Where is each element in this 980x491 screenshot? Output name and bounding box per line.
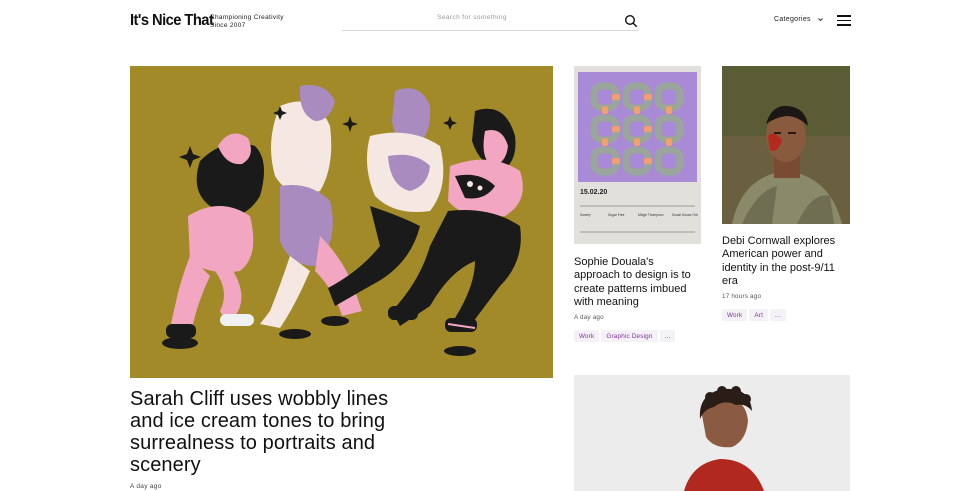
tag-more[interactable]: ... [659, 330, 676, 342]
card-title-debi-cornwall[interactable]: Debi Cornwall explores American power an… [722, 235, 850, 289]
tagline-line-2: Since 2007 [210, 22, 246, 29]
categories-dropdown[interactable]: Categories [774, 16, 824, 23]
poster-act-3: Midge Thompson [638, 213, 664, 217]
portrait-photo [722, 66, 850, 224]
card-tags: Work Art ... [722, 309, 786, 321]
site-logo[interactable]: It's Nice That [130, 12, 214, 30]
tag-graphic-design[interactable]: Graphic Design [601, 330, 658, 342]
card-image-debi-cornwall[interactable] [722, 66, 850, 224]
search-bar [342, 12, 638, 31]
hamburger-menu-icon[interactable] [837, 15, 851, 26]
pattern-poster: 15.02.20 Sweely Sugar Free Midge Thompso… [578, 72, 698, 233]
tag-work[interactable]: Work [722, 309, 748, 321]
tag-more[interactable]: ... [770, 309, 786, 321]
feature-title[interactable]: Sarah Cliff uses wobbly lines and ice cr… [130, 388, 400, 476]
card-tags: Work Graphic Design ... [574, 330, 676, 342]
feature-illustration[interactable] [130, 66, 553, 378]
site-tagline: Championing Creativity Since 2007 [210, 14, 284, 30]
runners-illustration [162, 85, 523, 356]
card-title-sophie-douala[interactable]: Sophie Douala's approach to design is to… [574, 256, 702, 309]
search-icon[interactable] [624, 14, 638, 28]
card-timestamp: 17 hours ago [722, 293, 762, 300]
poster-act-4: Social House Orb [672, 213, 698, 217]
tagline-line-1: Championing Creativity [210, 14, 284, 21]
card-timestamp: A day ago [574, 314, 604, 321]
portrait-photo [574, 375, 850, 491]
feature-timestamp: A day ago [130, 483, 162, 490]
chevron-down-icon [818, 18, 823, 22]
tag-art[interactable]: Art [749, 309, 769, 321]
tag-work[interactable]: Work [574, 330, 600, 342]
poster-act-1: Sweely [580, 213, 591, 217]
categories-label: Categories [774, 16, 811, 23]
search-input[interactable] [342, 14, 602, 21]
card-image-portrait[interactable] [574, 375, 850, 491]
poster-date: 15.02.20 [580, 189, 607, 196]
card-image-sophie-douala[interactable]: 15.02.20 Sweely Sugar Free Midge Thompso… [574, 66, 701, 244]
poster-act-2: Sugar Free [608, 213, 625, 217]
